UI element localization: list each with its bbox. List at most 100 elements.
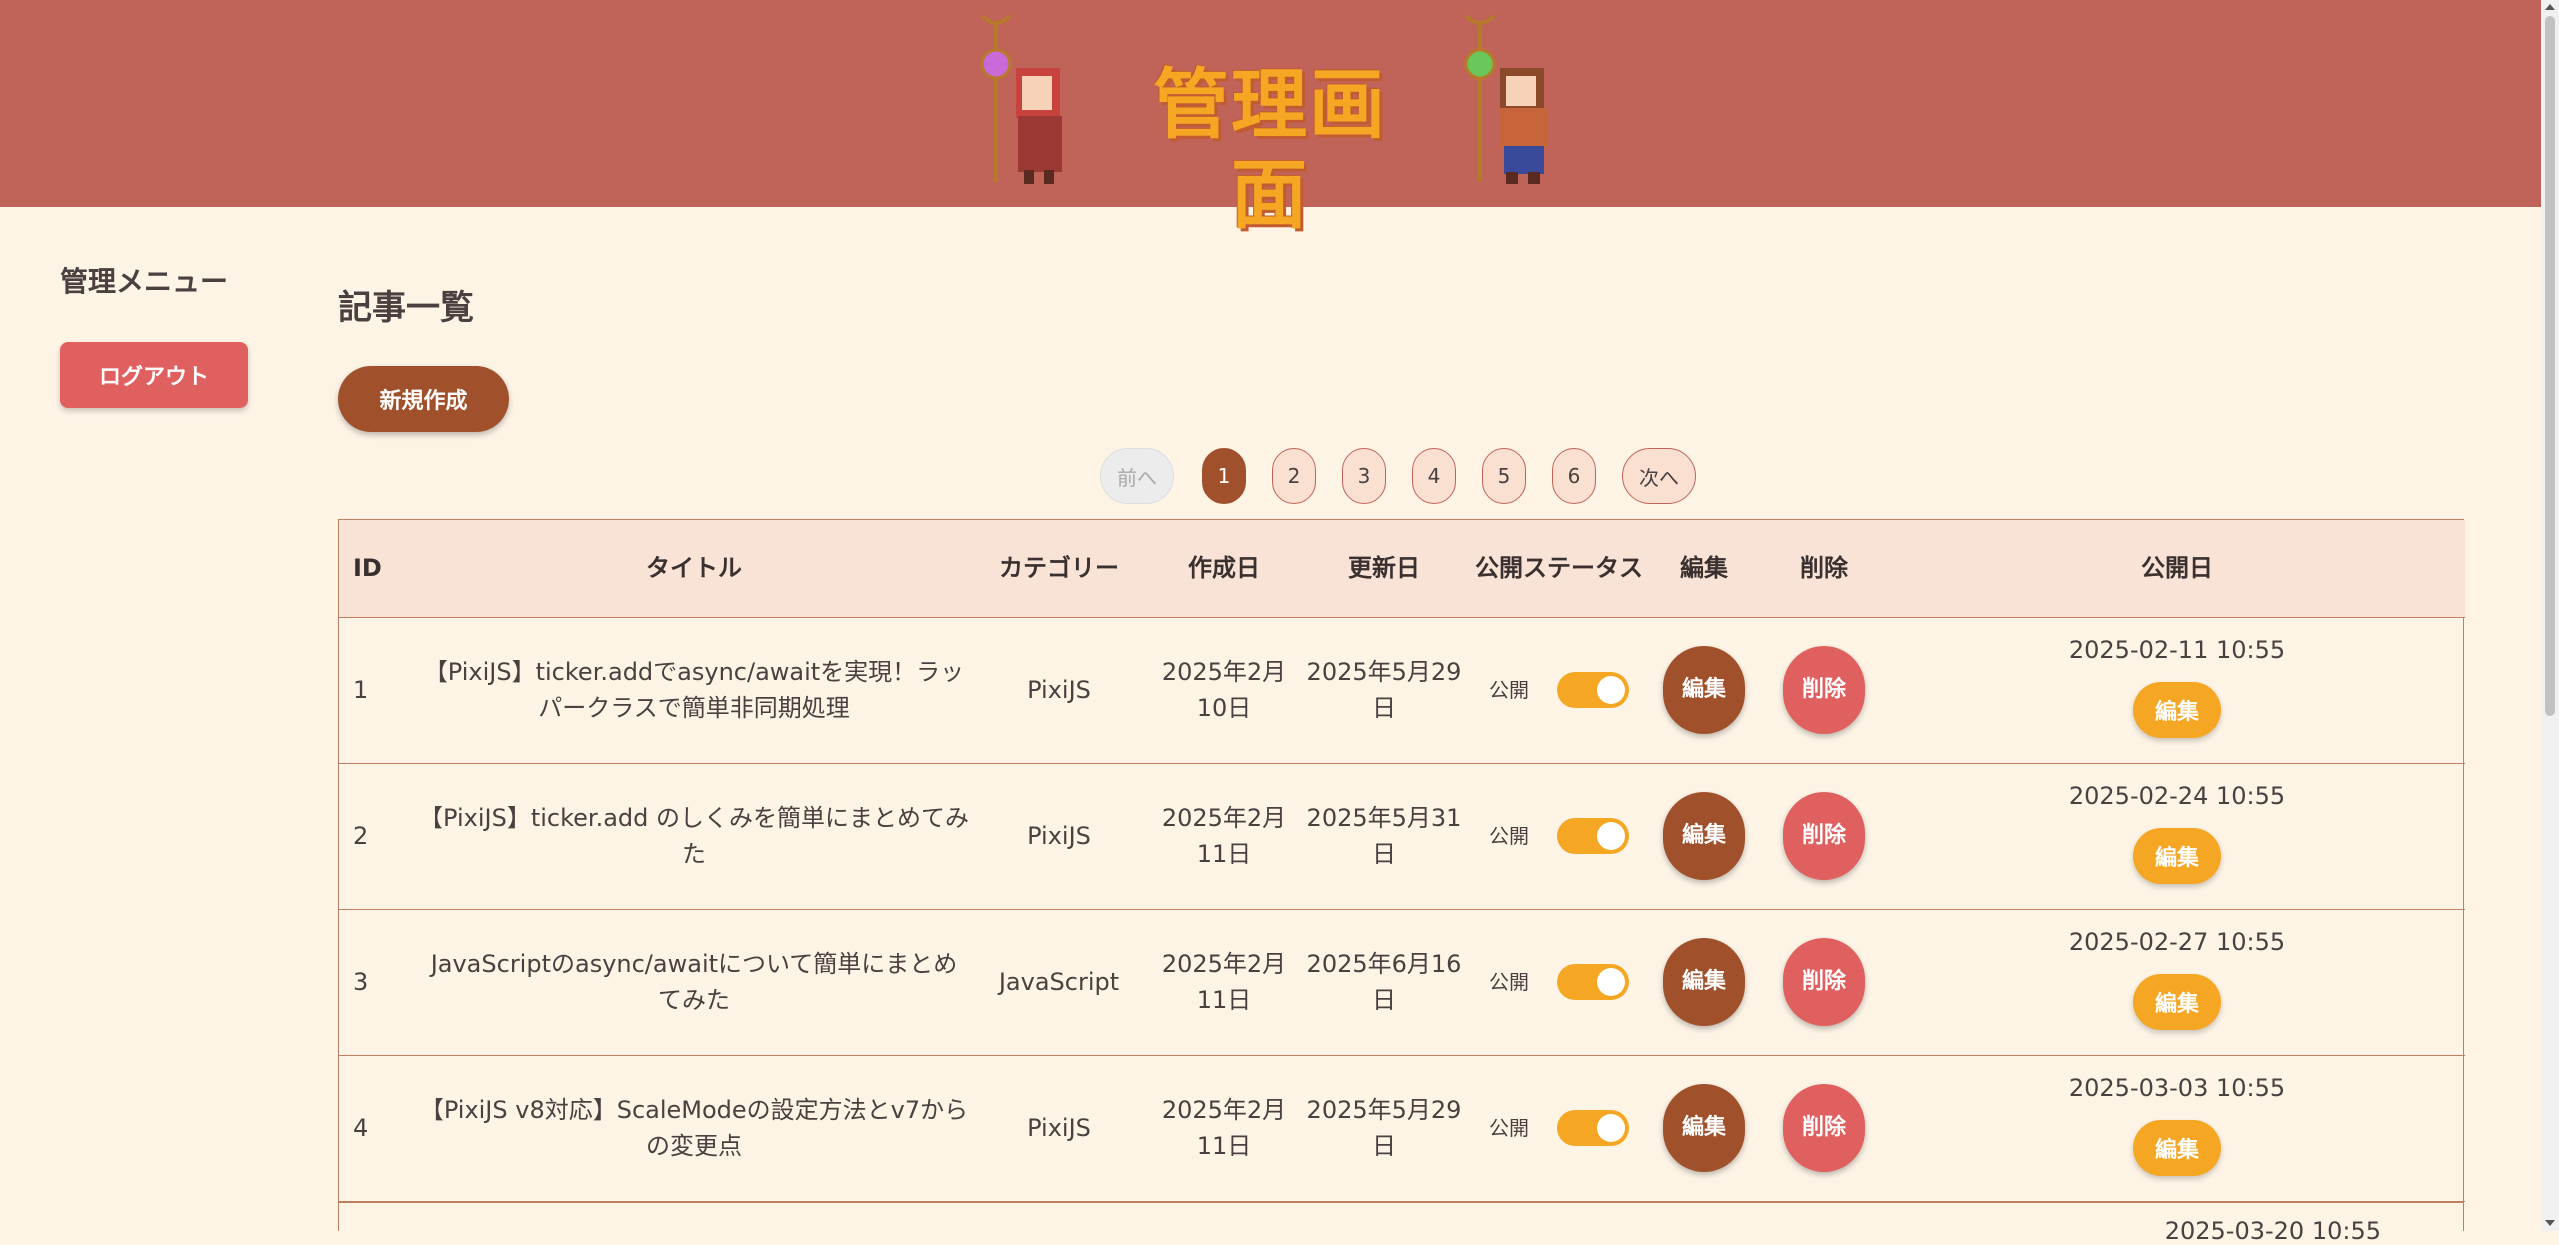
cell-title: 【PixiJS v8対応】ScaleModeの設定方法とv7からの変更点 (419, 1055, 969, 1202)
cell-updated: 2025年5月29日 (1299, 1055, 1469, 1202)
cell-updated: 2025年5月29日 (1299, 617, 1469, 764)
published-edit-button[interactable]: 編集 (2133, 974, 2221, 1030)
scroll-up-icon[interactable] (2545, 4, 2555, 10)
published-edit-button[interactable]: 編集 (2133, 828, 2221, 884)
delete-button[interactable]: 削除 (1783, 646, 1865, 734)
cell-category: PixiJS (969, 617, 1149, 764)
page-scrollbar[interactable] (2541, 0, 2559, 1231)
pagination-page-1[interactable]: 1 (1202, 448, 1246, 504)
articles-table: ID タイトル カテゴリー 作成日 更新日 公開ステータス 編集 削除 公開日 … (338, 519, 2465, 1203)
cell-edit: 編集 (1649, 763, 1759, 910)
cell-updated: 2025年6月16日 (1299, 909, 1469, 1056)
cell-title: 【PixiJS】ticker.addでasync/awaitを実現！ラッパークラ… (419, 617, 969, 764)
cell-published: 2025-02-27 10:55 編集 (1889, 909, 2465, 1056)
table-row: 2 【PixiJS】ticker.add のしくみを簡単にまとめてみた Pixi… (339, 763, 2465, 910)
pagination-page-6[interactable]: 6 (1552, 448, 1596, 504)
pagination-next-button[interactable]: 次へ (1622, 448, 1696, 504)
header-banner: 管理画面 (960, 12, 1560, 239)
cell-edit: 編集 (1649, 909, 1759, 1056)
cell-status: 公開 (1469, 763, 1649, 910)
cell-created: 2025年2月11日 (1149, 763, 1299, 910)
cell-status: 公開 (1469, 909, 1649, 1056)
cell-delete: 削除 (1759, 617, 1889, 764)
col-header-delete: 削除 (1759, 520, 1889, 618)
cell-published: 2025-03-03 10:55 編集 (1889, 1055, 2465, 1202)
published-edit-button[interactable]: 編集 (2133, 1120, 2221, 1176)
scroll-down-icon[interactable] (2545, 1220, 2555, 1226)
col-header-updated: 更新日 (1299, 520, 1469, 618)
publish-toggle[interactable] (1557, 964, 1629, 1000)
pagination-page-3[interactable]: 3 (1342, 448, 1386, 504)
status-label: 公開 (1489, 1116, 1529, 1140)
published-date: 2025-03-20 10:55 (2164, 1217, 2381, 1245)
mage-girl-icon (980, 14, 1062, 184)
cell-title: 【PixiJS】ticker.add のしくみを簡単にまとめてみた (419, 763, 969, 910)
cell-edit: 編集 (1649, 1055, 1759, 1202)
delete-button[interactable]: 削除 (1783, 1084, 1865, 1172)
edit-button[interactable]: 編集 (1663, 938, 1745, 1026)
publish-toggle[interactable] (1557, 818, 1629, 854)
pagination-page-2[interactable]: 2 (1272, 448, 1316, 504)
published-date: 2025-03-03 10:55 (2068, 1074, 2286, 1102)
pagination-page-4[interactable]: 4 (1412, 448, 1456, 504)
toggle-knob (1597, 968, 1625, 996)
col-header-id: ID (339, 520, 419, 618)
cell-updated: 2025年5月31日 (1299, 763, 1469, 910)
table-row: 1 【PixiJS】ticker.addでasync/awaitを実現！ラッパー… (339, 617, 2465, 764)
status-label: 公開 (1489, 970, 1529, 994)
published-date: 2025-02-24 10:55 (2068, 782, 2286, 810)
cell-id: 4 (339, 1055, 419, 1202)
toggle-knob (1597, 1114, 1625, 1142)
edit-button[interactable]: 編集 (1663, 792, 1745, 880)
page-title: 記事一覧 (338, 288, 474, 328)
pagination-prev-button[interactable]: 前へ (1100, 448, 1174, 504)
cell-delete: 削除 (1759, 763, 1889, 910)
publish-toggle[interactable] (1557, 672, 1629, 708)
edit-button[interactable]: 編集 (1663, 646, 1745, 734)
cell-delete: 削除 (1759, 1055, 1889, 1202)
cell-created: 2025年2月11日 (1149, 909, 1299, 1056)
main-content: 記事一覧 新規作成 (338, 280, 2464, 432)
new-article-button[interactable]: 新規作成 (338, 366, 509, 432)
table-row-partial: 2025-03-20 10:55 (338, 1203, 2464, 1245)
toggle-knob (1597, 822, 1625, 850)
table-row: 4 【PixiJS v8対応】ScaleModeの設定方法とv7からの変更点 P… (339, 1055, 2465, 1202)
publish-toggle[interactable] (1557, 1110, 1629, 1146)
col-header-published: 公開日 (1889, 520, 2465, 618)
pagination-page-5[interactable]: 5 (1482, 448, 1526, 504)
cell-category: PixiJS (969, 763, 1149, 910)
mage-boy-icon (1464, 14, 1548, 184)
pagination: 前へ 1 2 3 4 5 6 次へ (1100, 448, 1696, 504)
sidebar-title: 管理メニュー (60, 265, 229, 298)
col-header-status: 公開ステータス (1469, 520, 1649, 618)
cell-title: JavaScriptのasync/awaitについて簡単にまとめてみた (419, 909, 969, 1056)
col-header-edit: 編集 (1649, 520, 1759, 618)
status-label: 公開 (1489, 678, 1529, 702)
edit-button[interactable]: 編集 (1663, 1084, 1745, 1172)
status-label: 公開 (1489, 824, 1529, 848)
col-header-created: 作成日 (1149, 520, 1299, 618)
published-date: 2025-02-27 10:55 (2068, 928, 2286, 956)
sidebar: 管理メニュー ログアウト (60, 260, 270, 408)
cell-created: 2025年2月11日 (1149, 1055, 1299, 1202)
cell-status: 公開 (1469, 617, 1649, 764)
cell-id: 1 (339, 617, 419, 764)
cell-status: 公開 (1469, 1055, 1649, 1202)
cell-id: 2 (339, 763, 419, 910)
col-header-title: タイトル (419, 520, 969, 618)
cell-delete: 削除 (1759, 909, 1889, 1056)
cell-published: 2025-02-24 10:55 編集 (1889, 763, 2465, 910)
published-date: 2025-02-11 10:55 (2068, 636, 2286, 664)
cell-created: 2025年2月10日 (1149, 617, 1299, 764)
scrollbar-thumb[interactable] (2545, 16, 2555, 716)
cell-edit: 編集 (1649, 617, 1759, 764)
logout-button[interactable]: ログアウト (60, 342, 248, 408)
page-header-title: 管理画面 (1153, 60, 1387, 239)
cell-published: 2025-02-11 10:55 編集 (1889, 617, 2465, 764)
published-edit-button[interactable]: 編集 (2133, 682, 2221, 738)
delete-button[interactable]: 削除 (1783, 938, 1865, 1026)
cell-category: PixiJS (969, 1055, 1149, 1202)
delete-button[interactable]: 削除 (1783, 792, 1865, 880)
cell-category: JavaScript (969, 909, 1149, 1056)
site-header: 管理画面 (0, 0, 2559, 239)
